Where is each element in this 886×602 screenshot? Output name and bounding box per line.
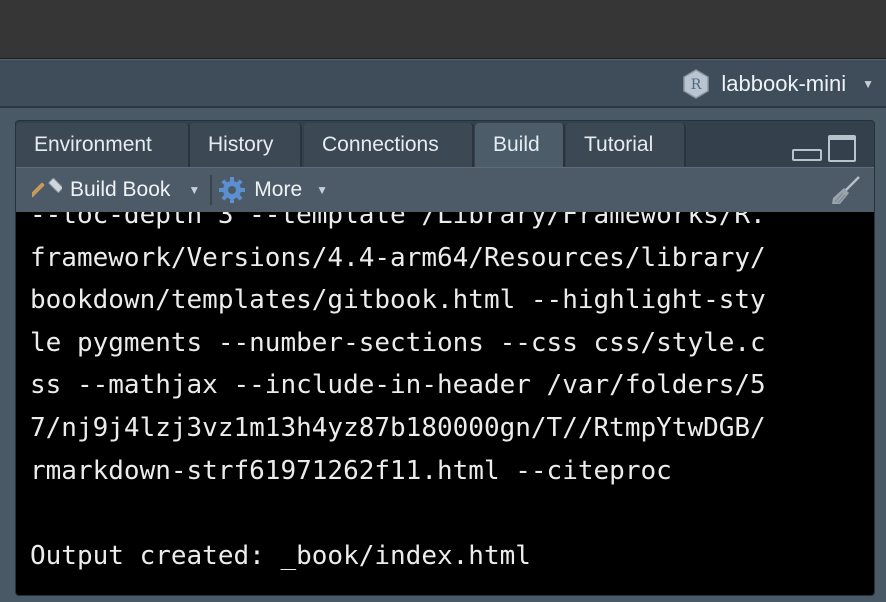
console-line: bookdown/templates/gitbook.html --highli… — [30, 285, 766, 316]
console-line: --toc-depth 3 --template /Library/Framew… — [30, 212, 766, 230]
r-project-icon: R — [681, 69, 711, 99]
tab-label: Build — [493, 133, 540, 156]
gear-icon — [218, 176, 246, 204]
maximize-pane-button[interactable] — [828, 135, 856, 162]
chevron-down-icon: ▼ — [862, 77, 874, 91]
console-text: --toc-depth 3 --template /Library/Framew… — [30, 212, 766, 577]
build-toolbar: Build Book ▼ More ▼ — [16, 167, 874, 213]
console-output-created: Output created: _book/index.html — [30, 540, 531, 571]
more-label: More — [254, 178, 303, 201]
build-book-label: Build Book — [70, 178, 171, 201]
console-line: framework/Versions/4.4-arm64/Resources/l… — [30, 242, 766, 273]
build-book-button[interactable]: Build Book ▼ — [16, 168, 200, 212]
tab-connections[interactable]: Connections — [304, 123, 474, 167]
tab-history[interactable]: History — [190, 123, 302, 167]
project-menu[interactable]: R labbook-mini ▼ — [681, 69, 874, 99]
toolbar-divider — [210, 175, 213, 205]
tab-label: Tutorial — [584, 133, 654, 156]
tab-label: Connections — [322, 133, 439, 156]
console-line: rmarkdown-strf61971262f11.html --citepro… — [30, 455, 672, 486]
build-pane: Environment History Connections Build Tu… — [15, 120, 875, 596]
console-line: ss --mathjax --include-in-header /var/fo… — [30, 370, 766, 401]
window-corner — [856, 0, 886, 30]
console-line: le pygments --number-sections --css css/… — [30, 327, 766, 358]
window-titlebar — [0, 0, 886, 59]
chevron-down-icon: ▼ — [316, 183, 329, 197]
tab-tutorial[interactable]: Tutorial — [566, 123, 686, 167]
chevron-down-icon[interactable]: ▼ — [188, 183, 200, 197]
hammer-icon — [32, 175, 62, 205]
tab-environment[interactable]: Environment — [16, 123, 190, 167]
tab-build[interactable]: Build — [475, 123, 565, 167]
project-bar: R labbook-mini ▼ — [0, 59, 886, 108]
build-console-output[interactable]: --toc-depth 3 --template /Library/Framew… — [16, 212, 874, 595]
tab-label: History — [208, 133, 274, 156]
svg-text:R: R — [691, 77, 702, 93]
broom-icon[interactable] — [830, 174, 862, 211]
project-name: labbook-mini — [721, 71, 847, 96]
minimize-pane-button[interactable] — [792, 149, 822, 161]
tab-label: Environment — [34, 133, 152, 156]
console-line: 7/nj9j4lzj3vz1m13h4yz87b180000gn/T//Rtmp… — [30, 412, 766, 443]
pane-window-controls — [792, 135, 856, 162]
pane-tab-bar: Environment History Connections Build Tu… — [16, 121, 874, 167]
more-button[interactable]: More ▼ — [218, 168, 328, 212]
